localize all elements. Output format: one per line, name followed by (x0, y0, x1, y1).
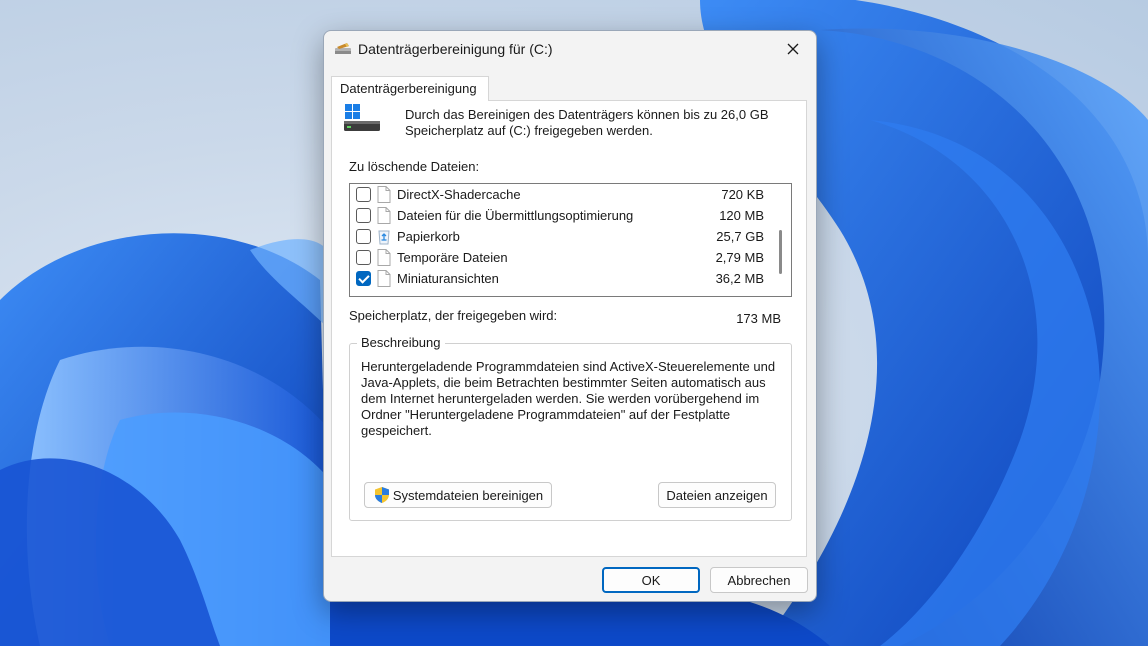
title-bar[interactable]: Datenträgerbereinigung für (C:) (324, 31, 816, 67)
close-button[interactable] (770, 31, 816, 67)
close-icon (787, 43, 799, 55)
list-item[interactable]: Dateien für die Übermittlungsoptimierung… (350, 205, 770, 226)
disk-cleanup-dialog: Datenträgerbereinigung für (C:) Datenträ… (323, 30, 817, 602)
tab-disk-cleanup[interactable]: Datenträgerbereinigung (331, 76, 489, 101)
space-gained-label: Speicherplatz, der freigegeben wird: (349, 308, 558, 323)
file-name: DirectX-Shadercache (397, 187, 521, 202)
disk-cleanup-icon (335, 43, 351, 54)
checkbox-checked[interactable] (356, 271, 371, 286)
cleanup-system-files-button[interactable]: Systemdateien bereinigen (364, 482, 552, 508)
description-legend: Beschreibung (357, 335, 445, 350)
checkbox[interactable] (356, 208, 371, 223)
cancel-label: Abbrechen (727, 572, 791, 588)
checkbox[interactable] (356, 229, 371, 244)
files-to-delete-label: Zu löschende Dateien: (349, 159, 480, 174)
window-title: Datenträgerbereinigung für (C:) (358, 41, 553, 57)
files-list[interactable]: DirectX-Shadercache 720 KB Dateien für d… (349, 183, 792, 297)
file-name: Dateien für die Übermittlungsoptimierung (397, 208, 634, 223)
list-item[interactable]: Papierkorb 25,7 GB (350, 226, 770, 247)
file-icon (377, 270, 391, 287)
file-size: 25,7 GB (716, 229, 764, 244)
checkbox[interactable] (356, 187, 371, 202)
ok-button[interactable]: OK (602, 567, 700, 593)
list-scrollbar[interactable] (771, 184, 791, 296)
checkbox[interactable] (356, 250, 371, 265)
uac-shield-icon (374, 487, 389, 503)
description-text: Heruntergeladende Programmdateien sind A… (361, 359, 776, 438)
file-icon (377, 186, 391, 203)
view-files-button[interactable]: Dateien anzeigen (658, 482, 776, 508)
cancel-button[interactable]: Abbrechen (710, 567, 808, 593)
ok-label: OK (641, 572, 661, 588)
cleanup-system-files-label: Systemdateien bereinigen (392, 487, 544, 503)
file-size: 120 MB (719, 208, 764, 223)
list-item[interactable]: Miniaturansichten 36,2 MB (350, 268, 770, 289)
file-name: Papierkorb (397, 229, 460, 244)
file-icon (377, 249, 391, 266)
file-size: 2,79 MB (715, 250, 764, 265)
view-files-label: Dateien anzeigen (666, 487, 768, 503)
space-gained-value: 173 MB (736, 311, 781, 326)
file-size: 36,2 MB (715, 271, 764, 286)
file-name: Miniaturansichten (397, 271, 499, 286)
drive-icon (344, 104, 380, 131)
file-size: 720 KB (721, 187, 764, 202)
scroll-thumb[interactable] (779, 230, 782, 274)
list-item[interactable]: Temporäre Dateien 2,79 MB (350, 247, 770, 268)
file-name: Temporäre Dateien (397, 250, 508, 265)
intro-text: Durch das Bereinigen des Datenträgers kö… (405, 107, 769, 138)
file-icon (377, 207, 391, 224)
list-item[interactable]: DirectX-Shadercache 720 KB (350, 184, 770, 205)
recycle-bin-icon (378, 230, 390, 245)
